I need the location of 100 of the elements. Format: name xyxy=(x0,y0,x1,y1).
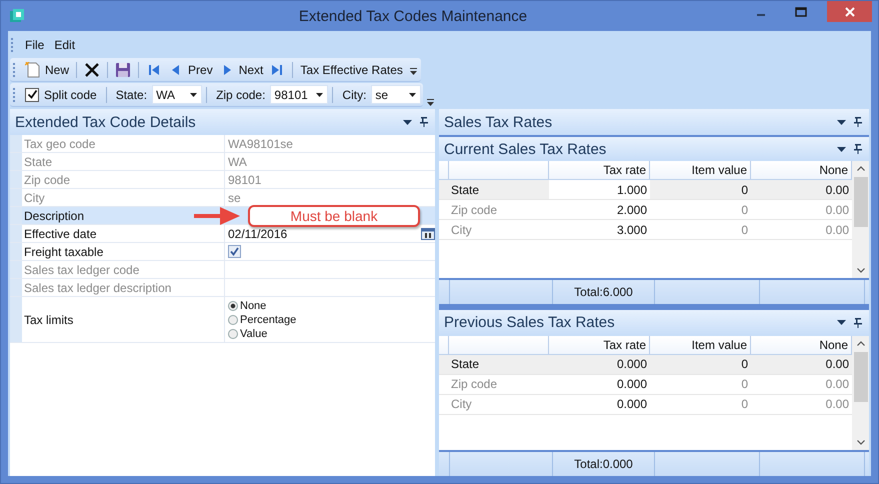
radio-button[interactable] xyxy=(228,300,238,310)
pin-icon[interactable] xyxy=(854,318,862,328)
panel-title: Previous Sales Tax Rates xyxy=(444,314,616,331)
property-label: Tax geo code xyxy=(22,135,225,152)
table-cell-text: 0.00 xyxy=(824,202,850,218)
table-cell-text: 0.00 xyxy=(824,182,850,198)
column-header[interactable]: Item value xyxy=(650,336,751,354)
radio-label: Percentage xyxy=(240,314,296,326)
table-cell[interactable]: 0.000 xyxy=(549,394,650,414)
table-row[interactable]: State 1.000 0 0.00 xyxy=(439,180,852,200)
property-value: 98101 xyxy=(228,172,262,186)
pin-icon[interactable] xyxy=(854,117,862,127)
field-label: Zip code: xyxy=(216,88,266,102)
grip-icon[interactable] xyxy=(13,62,16,78)
menu-item[interactable]: Edit xyxy=(49,36,80,54)
table-row[interactable]: Zip code 2.000 0 0.00 xyxy=(439,200,852,220)
column-header[interactable]: Tax rate xyxy=(549,161,650,179)
table-row[interactable]: State 0.000 0 0.00 xyxy=(439,354,852,374)
next-button[interactable]: Next xyxy=(216,59,266,80)
delete-icon xyxy=(84,62,100,78)
property-label: Effective date xyxy=(22,225,225,242)
close-button[interactable] xyxy=(827,1,872,22)
table-row[interactable]: City 0.000 0 0.00 xyxy=(439,394,852,414)
table-cell[interactable]: 2.000 xyxy=(549,200,650,219)
save-icon xyxy=(115,62,132,78)
table-row[interactable]: Zip code 0.000 0 0.00 xyxy=(439,374,852,394)
table-cell[interactable]: 3.000 xyxy=(549,220,650,239)
panel-title: Sales Tax Rates xyxy=(444,114,554,130)
table-cell[interactable]: 0.000 xyxy=(549,354,650,374)
new-button[interactable]: New xyxy=(22,59,72,80)
scroll-thumb[interactable] xyxy=(854,177,868,227)
callout-tooltip: Must be blank xyxy=(248,205,420,227)
property-label: Sales tax ledger code xyxy=(22,261,225,278)
combo-box[interactable]: WA xyxy=(152,85,202,104)
table-cell-text: 0 xyxy=(740,222,749,238)
new-document-icon xyxy=(25,62,41,78)
table-cell-text: 0 xyxy=(740,376,749,393)
property-label: Sales tax ledger description xyxy=(22,279,225,296)
tax-effective-rates-button[interactable]: Tax Effective Rates xyxy=(297,59,406,80)
scroll-down-icon[interactable] xyxy=(856,268,864,272)
property-value[interactable]: 02/11/2016 xyxy=(228,226,288,240)
column-header[interactable]: Item value xyxy=(650,161,751,179)
table-cell-text: City xyxy=(450,222,473,238)
menu-item[interactable]: File xyxy=(20,36,50,54)
property-label: City xyxy=(22,189,225,206)
scroll-thumb[interactable] xyxy=(854,352,868,402)
table-cell[interactable]: 1.000 xyxy=(549,180,650,199)
property-value: se xyxy=(228,190,241,204)
table-cell[interactable]: 0.000 xyxy=(549,374,650,394)
total-label: Total:6.000 xyxy=(553,280,655,304)
property-label: Zip code xyxy=(22,171,225,188)
table-cell-text: State xyxy=(450,182,480,198)
annotation-arrow xyxy=(192,204,242,228)
field-label: State: xyxy=(116,88,148,102)
previous-button[interactable]: Prev xyxy=(165,59,216,80)
column-header[interactable]: Tax rate xyxy=(549,336,650,354)
table-cell-text: Zip code xyxy=(450,202,498,218)
panel-title: Extended Tax Code Details xyxy=(15,114,197,130)
calendar-icon[interactable] xyxy=(421,227,435,240)
scroll-up-icon[interactable] xyxy=(856,166,864,171)
checkbox-label: Split code xyxy=(44,88,97,102)
table-cell-text: 0 xyxy=(740,182,749,198)
combo-box[interactable]: 98101 xyxy=(270,85,328,104)
radio-button[interactable] xyxy=(228,314,238,324)
pin-icon[interactable] xyxy=(854,144,862,154)
app-icon xyxy=(9,8,25,24)
total-label: Total:0.000 xyxy=(553,452,655,476)
radio-label: None xyxy=(240,300,266,312)
table-cell-text: 0 xyxy=(740,396,749,413)
scrollbar[interactable] xyxy=(852,336,869,450)
dropdown-icon[interactable] xyxy=(837,146,846,152)
grip-icon[interactable] xyxy=(11,37,14,53)
dropdown-icon[interactable] xyxy=(837,120,846,124)
maximize-icon[interactable] xyxy=(795,6,807,16)
property-label: State xyxy=(22,153,225,170)
combo-box[interactable]: se xyxy=(371,85,422,104)
dropdown-icon[interactable] xyxy=(403,120,412,124)
table-cell-text: 0 xyxy=(740,202,749,218)
panel-title: Current Sales Tax Rates xyxy=(444,140,608,158)
radio-button[interactable] xyxy=(228,328,238,338)
table-cell-text: 0.00 xyxy=(824,356,850,373)
property-row[interactable]: Freight taxable xyxy=(10,243,435,261)
table-cell-text: 0.00 xyxy=(824,222,850,238)
pin-icon[interactable] xyxy=(420,117,428,127)
radio-label: Value xyxy=(240,328,268,340)
property-label: Freight taxable xyxy=(22,243,225,260)
scrollbar[interactable] xyxy=(852,161,869,278)
property-row[interactable]: Tax limits None Percentage Value xyxy=(10,297,435,343)
window-title: Extended Tax Codes Maintenance xyxy=(298,8,528,24)
property-label: Tax limits xyxy=(22,297,225,342)
checkbox[interactable] xyxy=(25,88,39,102)
scroll-up-icon[interactable] xyxy=(856,340,864,346)
dropdown-icon[interactable] xyxy=(837,320,846,325)
table-cell-text: 0 xyxy=(740,356,749,373)
table-row[interactable]: City 3.000 0 0.00 xyxy=(439,220,852,240)
close-icon[interactable] xyxy=(844,6,854,16)
table-cell-text: Zip code xyxy=(450,376,498,393)
checkbox[interactable] xyxy=(228,245,241,258)
grip-icon[interactable] xyxy=(13,86,16,102)
scroll-down-icon[interactable] xyxy=(856,440,864,445)
